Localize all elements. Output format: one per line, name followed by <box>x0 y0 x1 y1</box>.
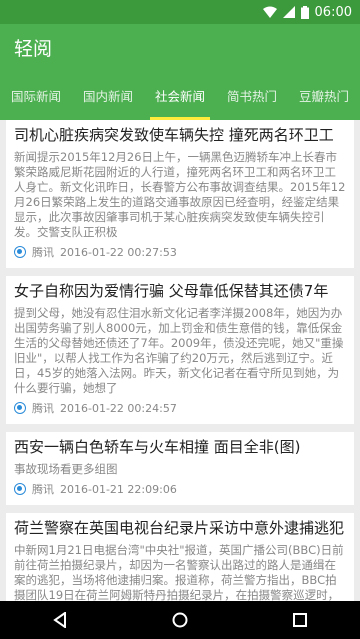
back-button[interactable] <box>40 605 80 635</box>
news-summary: 中新网1月21日电据台湾"中央社"报道，英国广播公司(BBC)日前前往荷兰拍摄纪… <box>14 543 344 601</box>
news-summary: 新闻提示2015年12月26日上午，一辆黑色迈腾轿车冲上长春市繁荣路威尼斯花园附… <box>14 150 346 239</box>
news-summary: 事故现场看更多组图 <box>14 462 118 476</box>
status-time: 06:00 <box>314 4 352 20</box>
news-card[interactable]: 荷兰警察在英国电视台纪录片采访中意外逮捕逃犯 中新网1月21日电据台湾"中央社"… <box>6 513 354 601</box>
news-card[interactable]: 司机心脏疾病突发致使车辆失控 撞死两名环卫工 新闻提示2015年12月26日上午… <box>6 120 354 268</box>
tab-international[interactable]: 国际新闻 <box>0 70 72 120</box>
home-circle-icon <box>172 612 188 628</box>
home-button[interactable] <box>160 605 200 635</box>
system-nav-bar <box>0 601 360 639</box>
news-time: 2016-01-22 00:27:53 <box>60 245 177 259</box>
news-title: 女子自称因为爱情行骗 父母靠低保替其还债7年 <box>14 282 329 300</box>
news-list[interactable]: 司机心脏疾病突发致使车辆失控 撞死两名环卫工 新闻提示2015年12月26日上午… <box>0 120 360 601</box>
tab-jianshu[interactable]: 简书热门 <box>216 70 288 120</box>
app-bar: 轻阅 <box>0 24 360 70</box>
news-time: 2016-01-22 00:24:57 <box>60 401 177 415</box>
back-triangle-icon <box>53 612 66 628</box>
battery-icon <box>300 5 309 19</box>
news-meta: 腾讯 2016-01-21 22:09:06 <box>14 481 346 497</box>
news-source: 腾讯 <box>32 402 54 415</box>
news-card[interactable]: 女子自称因为爱情行骗 父母靠低保替其还债7年 提到父母，她没有忍住泪水新文化记者… <box>6 276 354 424</box>
news-card[interactable]: 西安一辆白色轿车与火车相撞 面目全非(图) 事故现场看更多组图 腾讯 2016-… <box>6 432 354 505</box>
signal-icon <box>282 6 295 18</box>
recents-button[interactable] <box>280 605 320 635</box>
tab-society[interactable]: 社会新闻 <box>144 70 216 120</box>
news-title: 司机心脏疾病突发致使车辆失控 撞死两名环卫工 <box>14 126 334 144</box>
news-title: 荷兰警察在英国电视台纪录片采访中意外逮捕逃犯 <box>14 519 345 537</box>
news-source: 腾讯 <box>32 483 54 496</box>
tab-douban[interactable]: 豆瓣热门 <box>288 70 360 120</box>
app-title: 轻阅 <box>14 37 53 60</box>
source-logo-icon <box>14 402 26 414</box>
tab-domestic[interactable]: 国内新闻 <box>72 70 144 120</box>
news-meta: 腾讯 2016-01-22 00:27:53 <box>14 244 346 260</box>
news-source: 腾讯 <box>32 246 54 259</box>
news-time: 2016-01-21 22:09:06 <box>60 482 177 496</box>
recents-square-icon <box>293 613 307 627</box>
tab-bar: 国际新闻 国内新闻 社会新闻 简书热门 豆瓣热门 <box>0 70 360 120</box>
news-summary: 提到父母，她没有忍住泪水新文化记者李洋摄2008年，她因为办出国劳务骗了别人80… <box>14 306 344 395</box>
wifi-icon <box>262 6 277 18</box>
status-bar: 06:00 <box>0 0 360 24</box>
source-logo-icon <box>14 483 26 495</box>
news-meta: 腾讯 2016-01-22 00:24:57 <box>14 400 346 416</box>
source-logo-icon <box>14 246 26 258</box>
news-title: 西安一辆白色轿车与火车相撞 面目全非(图) <box>14 438 301 456</box>
